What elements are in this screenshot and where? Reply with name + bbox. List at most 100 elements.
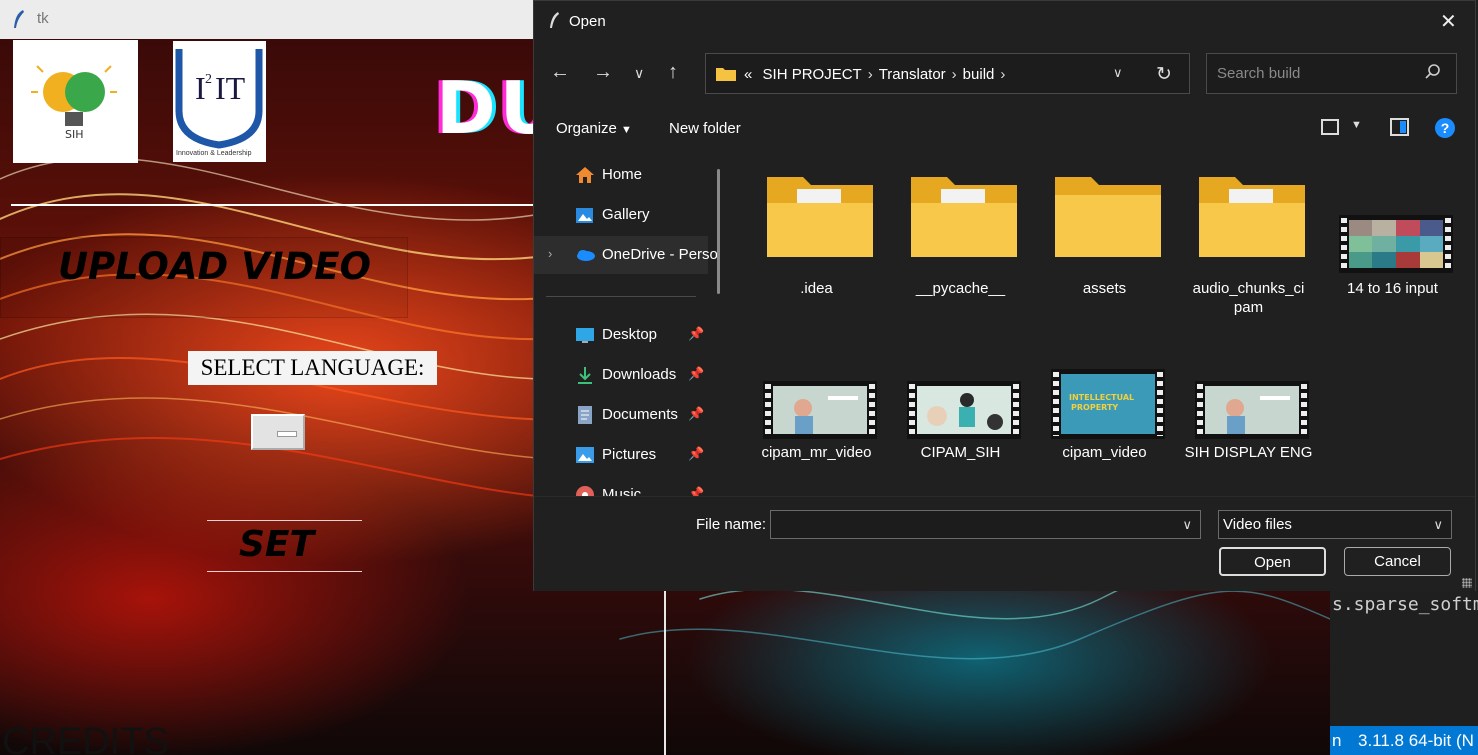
nav-item-pictures[interactable]: Pictures 📌: [534, 436, 708, 474]
set-button[interactable]: SET: [207, 520, 362, 572]
breadcrumb-build[interactable]: build: [963, 66, 995, 83]
file-item-idea[interactable]: .idea: [749, 151, 884, 297]
search-box[interactable]: [1206, 53, 1457, 94]
upload-video-button[interactable]: UPLOAD VIDEO: [0, 237, 408, 318]
forward-arrow-icon[interactable]: →: [593, 61, 613, 84]
pin-icon[interactable]: 📌: [688, 326, 704, 342]
file-name: SIH DISPLAY ENG: [1184, 444, 1313, 461]
file-item-14-to-16-input[interactable]: 14 to 16 input: [1325, 151, 1460, 301]
breadcrumb-sih-project[interactable]: SIH PROJECT: [763, 66, 862, 83]
search-input[interactable]: [1215, 64, 1419, 83]
tk-feather-icon: [550, 12, 559, 28]
file-type-select[interactable]: Video files ∨: [1218, 510, 1452, 539]
breadcrumb-separator-icon[interactable]: ›: [1000, 66, 1005, 83]
nav-item-label: Downloads: [602, 366, 677, 383]
folder-icon: [716, 68, 736, 81]
file-item-assets[interactable]: assets: [1037, 151, 1172, 297]
up-arrow-icon[interactable]: ↑: [668, 61, 678, 84]
close-icon[interactable]: ✕: [1440, 9, 1457, 34]
nav-item-music[interactable]: Music 📌: [534, 476, 708, 496]
nav-scrollbar[interactable]: [717, 169, 720, 294]
i2it-logo: I 2 IT Innovation & Leadership: [173, 41, 266, 162]
file-name-input[interactable]: ∨: [770, 510, 1201, 539]
file-item-sih-display-eng[interactable]: SIH DISPLAY ENG: [1181, 376, 1316, 466]
folder-icon: [1199, 177, 1305, 257]
breadcrumb-translator[interactable]: Translator: [879, 66, 946, 83]
breadcrumb-separator-icon[interactable]: ›: [952, 66, 957, 83]
thumbnail-text: INTELLECTUAL: [1069, 393, 1134, 402]
upload-video-label: UPLOAD VIDEO: [58, 245, 371, 288]
open-button[interactable]: Open: [1219, 547, 1326, 576]
code-line: s.sparse_softm: [1332, 594, 1478, 615]
change-view-icon[interactable]: [1321, 119, 1339, 135]
tk-window-title: tk: [37, 10, 49, 27]
video-thumbnail: [763, 381, 877, 439]
file-item-cipam-mr-video[interactable]: cipam_mr_video: [749, 376, 884, 466]
dialog-footer: File name: ∨ Video files ∨ Open Cancel: [534, 496, 1475, 591]
cancel-button[interactable]: Cancel: [1344, 547, 1451, 576]
recent-locations-chevron-icon[interactable]: ∨: [634, 65, 644, 82]
folder-icon: [911, 177, 1017, 257]
nav-item-onedrive[interactable]: › OneDrive - Perso: [534, 236, 718, 274]
file-item-cipam-sih[interactable]: CIPAM_SIH: [893, 376, 1028, 466]
pin-icon[interactable]: 📌: [688, 406, 704, 422]
dialog-titlebar: Open ✕: [534, 1, 1475, 42]
file-name: CIPAM_SIH: [920, 444, 1001, 461]
nav-item-label: Documents: [602, 406, 678, 423]
select-language-label: SELECT LANGUAGE:: [188, 351, 437, 385]
pictures-icon: [576, 447, 594, 463]
nav-item-gallery[interactable]: Gallery: [534, 196, 708, 234]
svg-text:IT: IT: [215, 70, 246, 106]
pin-icon[interactable]: 📌: [688, 366, 704, 382]
help-icon[interactable]: ?: [1435, 118, 1455, 138]
nav-item-desktop[interactable]: Desktop 📌: [534, 316, 708, 354]
music-icon: [576, 486, 594, 496]
gallery-icon: [576, 208, 593, 223]
file-item-pycache[interactable]: __pycache__: [893, 151, 1028, 297]
new-folder-button[interactable]: New folder: [669, 120, 741, 137]
svg-text:SIH: SIH: [65, 128, 84, 141]
pin-icon[interactable]: 📌: [688, 446, 704, 462]
nav-item-downloads[interactable]: Downloads 📌: [534, 356, 708, 394]
language-option-menu[interactable]: [251, 414, 305, 450]
svg-text:Innovation & Leadership: Innovation & Leadership: [176, 150, 252, 157]
svg-text:2: 2: [205, 72, 212, 87]
breadcrumb: « SIH PROJECT › Translator › build ›: [744, 66, 1011, 83]
file-list: .idea __pycache__ assets audio_chunks_ci…: [744, 151, 1464, 496]
header-divider: [11, 204, 536, 206]
search-icon[interactable]: [1425, 64, 1441, 80]
address-bar[interactable]: « SIH PROJECT › Translator › build › ∨ ↻: [705, 53, 1190, 94]
breadcrumb-overflow[interactable]: «: [744, 66, 752, 83]
preview-pane-icon[interactable]: [1390, 118, 1409, 136]
dialog-toolbar: Organize ▼ New folder ▼ ?: [534, 108, 1475, 148]
back-arrow-icon[interactable]: ←: [550, 61, 570, 84]
file-name-line: pam: [1233, 299, 1264, 316]
resize-grip-icon[interactable]: [1462, 578, 1472, 588]
nav-item-home[interactable]: Home: [534, 156, 708, 194]
nav-item-label: Music: [602, 486, 642, 496]
file-type-value: Video files: [1223, 516, 1292, 533]
file-name: 14 to 16 input: [1347, 280, 1438, 297]
pin-icon[interactable]: 📌: [688, 486, 704, 496]
file-item-cipam-video[interactable]: INTELLECTUAL PROPERTY cipam_video: [1037, 366, 1172, 466]
nav-item-label: Pictures: [602, 446, 657, 463]
nav-item-documents[interactable]: Documents 📌: [534, 396, 708, 434]
expand-chevron-icon[interactable]: ›: [548, 246, 552, 261]
downloads-icon: [578, 367, 592, 384]
credits-label[interactable]: CREDITS: [2, 721, 169, 755]
status-text: n: [1332, 731, 1342, 750]
file-name: cipam_video: [1062, 444, 1147, 461]
documents-icon: [578, 406, 592, 424]
file-item-audio-chunks-cipam[interactable]: audio_chunks_ci pam: [1181, 151, 1316, 316]
python-version-status[interactable]: 3.11.8 64-bit (N: [1358, 726, 1474, 755]
organize-menu[interactable]: Organize ▼: [556, 120, 632, 137]
nav-item-label: Desktop: [602, 326, 658, 343]
tk-feather-icon: [14, 10, 24, 28]
view-options-chevron-icon[interactable]: ▼: [1351, 119, 1362, 131]
refresh-icon[interactable]: ↻: [1156, 63, 1172, 86]
video-thumbnail: [1339, 215, 1453, 273]
address-dropdown-icon[interactable]: ∨: [1113, 65, 1123, 81]
breadcrumb-separator-icon[interactable]: ›: [868, 66, 873, 83]
chevron-down-icon[interactable]: ∨: [1433, 517, 1443, 533]
chevron-down-icon[interactable]: ∨: [1182, 517, 1192, 533]
